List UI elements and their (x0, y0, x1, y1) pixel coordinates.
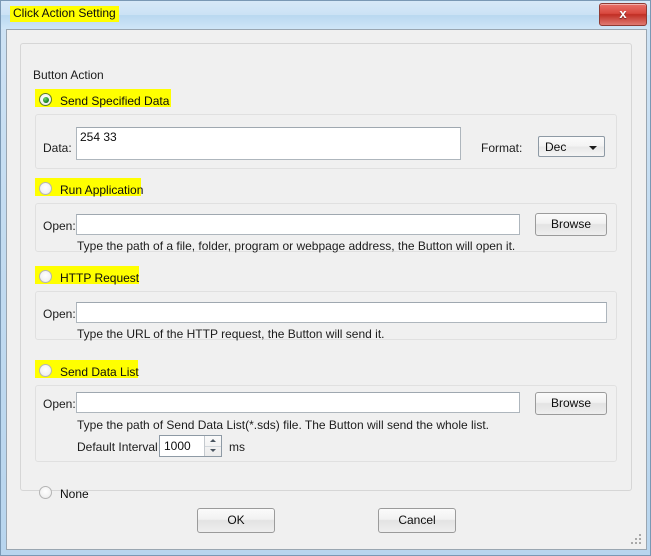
radio-send-data-list[interactable] (39, 364, 52, 377)
send-data-list-hint: Type the path of Send Data List(*.sds) f… (77, 418, 490, 432)
default-interval-unit: ms (229, 440, 245, 454)
http-request-open-input[interactable] (76, 302, 607, 323)
format-select[interactable]: Dec (538, 136, 605, 157)
radio-none[interactable] (39, 486, 52, 499)
send-data-list-browse-button[interactable]: Browse (535, 392, 607, 415)
radio-label-send-data-list[interactable]: Send Data List (60, 365, 139, 379)
send-data-list-open-input[interactable] (76, 392, 520, 413)
default-interval-stepper[interactable]: 1000 (159, 435, 222, 457)
resize-grip-icon[interactable] (631, 534, 643, 546)
send-data-list-open-label: Open: (43, 397, 76, 411)
format-label: Format: (481, 141, 523, 155)
run-application-open-input[interactable] (76, 214, 520, 235)
run-application-open-label: Open: (43, 219, 76, 233)
stepper-down-icon[interactable] (205, 446, 221, 456)
close-icon[interactable]: x (599, 3, 647, 26)
radio-label-http-request[interactable]: HTTP Request (60, 271, 139, 285)
default-interval-label: Default Interval (77, 440, 158, 454)
chevron-down-icon (589, 146, 597, 150)
window-title: Click Action Setting (10, 6, 119, 22)
title-bar[interactable]: Click Action Setting x (1, 1, 650, 29)
run-application-hint: Type the path of a file, folder, program… (77, 239, 516, 253)
default-interval-value: 1000 (164, 439, 191, 453)
format-select-value: Dec (545, 140, 567, 154)
radio-label-run-application[interactable]: Run Application (60, 183, 143, 197)
radio-send-specified-data[interactable] (39, 93, 52, 106)
data-input[interactable]: 254 33 (76, 127, 461, 160)
button-action-group-label: Button Action (29, 68, 108, 82)
ok-button[interactable]: OK (197, 508, 275, 533)
radio-run-application[interactable] (39, 182, 52, 195)
data-field-label: Data: (43, 141, 72, 155)
dialog-window: Click Action Setting x Button Action Sen… (0, 0, 651, 556)
cancel-button[interactable]: Cancel (378, 508, 456, 533)
stepper-buttons[interactable] (204, 436, 221, 456)
dialog-client-area: Button Action Send Specified Data Data: … (6, 29, 647, 550)
radio-label-none[interactable]: None (60, 487, 89, 501)
radio-http-request[interactable] (39, 270, 52, 283)
http-request-open-label: Open: (43, 307, 76, 321)
http-request-hint: Type the URL of the HTTP request, the Bu… (77, 327, 385, 341)
radio-label-send-specified-data[interactable]: Send Specified Data (60, 94, 169, 108)
run-application-browse-button[interactable]: Browse (535, 213, 607, 236)
